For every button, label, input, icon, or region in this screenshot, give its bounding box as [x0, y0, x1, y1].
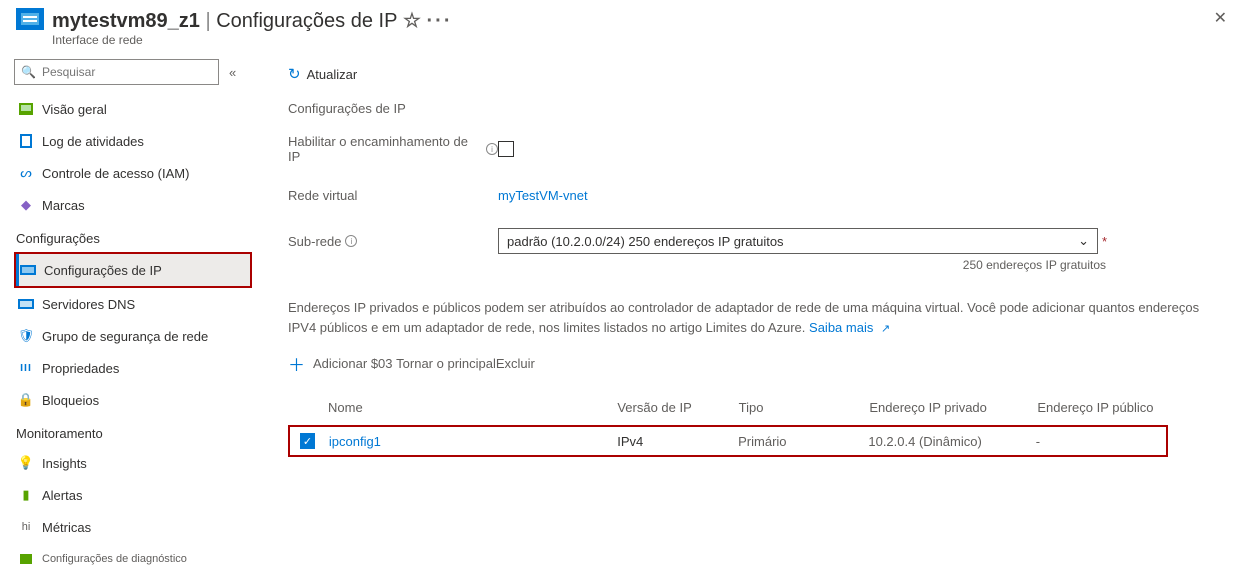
nav-diagnostics[interactable]: Configurações de diagnóstico — [14, 543, 258, 575]
alerts-icon: ▮ — [18, 487, 34, 503]
nav-metrics[interactable]: hi Métricas — [14, 511, 258, 543]
metrics-hi-label: hi — [18, 519, 34, 535]
resource-name: mytestvm89_z1 — [52, 10, 200, 32]
description-text: Endereços IP privados e públicos podem s… — [288, 298, 1218, 337]
nav-iam[interactable]: ᔕ Controle de acesso (IAM) — [14, 157, 258, 189]
page-title: mytestvm89_z1 | Configurações de IP ☆ ··… — [52, 8, 1214, 33]
external-link-icon: ↗ — [881, 323, 890, 335]
shield-icon: 🛡 — [18, 328, 34, 344]
chevron-down-icon: ⌄ — [1078, 233, 1089, 249]
col-private: Endereço IP privado — [869, 400, 1037, 415]
required-indicator: * — [1102, 234, 1107, 249]
collapse-sidebar-icon[interactable]: « — [229, 65, 236, 80]
col-public: Endereço IP público — [1037, 400, 1168, 415]
row-checkbox[interactable]: ✓ — [300, 433, 315, 449]
col-version: Versão de IP — [617, 400, 738, 415]
nav-activity-log[interactable]: Log de atividades — [14, 125, 258, 157]
vnet-label: Rede virtual — [288, 188, 498, 203]
nav-locks[interactable]: 🔒 Bloqueios — [14, 384, 258, 416]
col-type: Tipo — [739, 400, 870, 415]
info-icon[interactable]: i — [486, 143, 498, 155]
resource-type-label: Interface de rede — [52, 33, 1214, 47]
col-name: Nome — [328, 400, 617, 415]
subnet-label: Sub-rede i — [288, 234, 498, 249]
resource-icon — [16, 8, 44, 30]
make-primary-button[interactable]: Tornar o principal — [396, 356, 496, 371]
log-icon — [18, 133, 34, 149]
nav-alerts[interactable]: ▮ Alertas — [14, 479, 258, 511]
sidebar: 🔍 « Visão geral Log de atividades ᔕ Cont… — [0, 51, 258, 575]
delete-button[interactable]: Excluir — [496, 356, 535, 371]
blade-header: mytestvm89_z1 | Configurações de IP ☆ ··… — [0, 0, 1243, 51]
main-content: ↻ Atualizar Configurações de IP Habilita… — [258, 51, 1243, 575]
iam-icon: ᔕ — [18, 165, 34, 181]
nav-properties[interactable]: III Propriedades — [14, 352, 258, 384]
dns-icon — [18, 296, 34, 312]
more-actions-icon[interactable]: ··· — [427, 10, 453, 32]
add-button[interactable]: Adicionar — [313, 356, 367, 371]
cell-version: IPv4 — [617, 434, 738, 449]
ip-forward-label: Habilitar o encaminhamento de IP i — [288, 134, 498, 164]
page-name: Configurações de IP — [216, 10, 397, 32]
tag-icon: ◆ — [18, 197, 34, 213]
nav-insights[interactable]: 💡 Insights — [14, 447, 258, 479]
subnet-note: 250 endereços IP gratuitos — [288, 258, 1106, 272]
lock-icon: 🔒 — [18, 392, 34, 408]
close-icon[interactable]: ✕ — [1214, 8, 1227, 28]
nav-nsg[interactable]: 🛡 Grupo de segurança de rede — [14, 320, 258, 352]
cell-type: Primário — [738, 434, 868, 449]
nav-ip-config-highlight: Configurações de IP — [14, 252, 252, 288]
refresh-button[interactable]: ↻ Atualizar — [288, 65, 357, 83]
ipconfig-table: Nome Versão de IP Tipo Endereço IP priva… — [288, 394, 1168, 457]
cell-public: - — [1036, 434, 1166, 449]
search-input-wrapper[interactable]: 🔍 — [14, 59, 219, 85]
nav-dns[interactable]: Servidores DNS — [14, 288, 258, 320]
nav-group-monitoring: Monitoramento — [14, 416, 258, 447]
learn-more-link[interactable]: Saiba mais — [809, 320, 873, 335]
cell-private: 10.2.0.4 (Dinâmico) — [868, 434, 1035, 449]
overview-icon — [18, 101, 34, 117]
nav-group-settings: Configurações — [14, 221, 258, 252]
table-row[interactable]: ✓ ipconfig1 IPv4 Primário 10.2.0.4 (Dinâ… — [300, 433, 1166, 449]
nav-ip-config[interactable]: Configurações de IP — [16, 254, 250, 286]
info-icon[interactable]: i — [345, 235, 357, 247]
table-row-highlight: ✓ ipconfig1 IPv4 Primário 10.2.0.4 (Dinâ… — [288, 425, 1168, 457]
vnet-link[interactable]: myTestVM-vnet — [498, 188, 588, 203]
subnet-dropdown[interactable]: padrão (10.2.0.0/24) 250 endereços IP gr… — [498, 228, 1098, 254]
diagnostics-icon — [18, 551, 34, 567]
properties-icon: III — [18, 360, 34, 376]
favorite-star-icon[interactable]: ☆ — [403, 10, 421, 32]
insights-icon: 💡 — [18, 455, 34, 471]
ipconfig-icon — [20, 262, 36, 278]
ip-forward-checkbox[interactable] — [498, 141, 514, 157]
nav-tags[interactable]: ◆ Marcas — [14, 189, 258, 221]
ipconfig-name-link[interactable]: ipconfig1 — [329, 434, 381, 449]
search-input[interactable] — [42, 65, 212, 79]
section-heading: Configurações de IP — [288, 101, 1243, 116]
search-icon: 🔍 — [21, 65, 36, 79]
nav-overview[interactable]: Visão geral — [14, 93, 258, 125]
ipconfig-action-bar: ＋ Adicionar $03 Tornar o principal Exclu… — [288, 351, 1243, 376]
plus-icon[interactable]: ＋ — [288, 351, 305, 376]
refresh-icon: ↻ — [288, 65, 301, 83]
